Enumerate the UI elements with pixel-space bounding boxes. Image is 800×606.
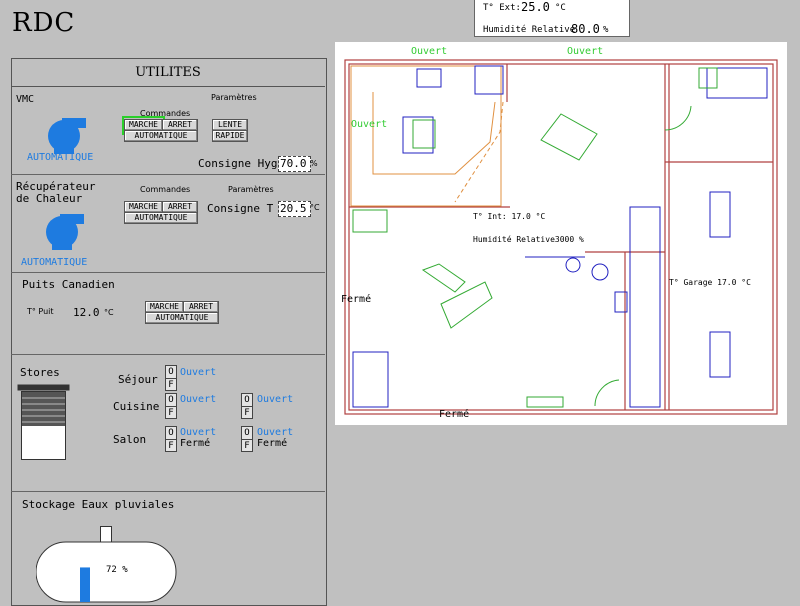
puits-temp-label: T° Puit: [27, 307, 54, 316]
plan-ouvert-left[interactable]: Ouvert: [351, 119, 387, 130]
store-cuisine-toggle-2[interactable]: OF: [241, 393, 253, 419]
store-salon-state-1a: Ouvert: [180, 427, 217, 438]
plan-t-int: T° Int: 17.0 °C: [473, 212, 546, 221]
recup-consigne-label: Consigne T: [207, 202, 274, 215]
blind-icon: [17, 384, 70, 460]
vmc-automatique-button[interactable]: AUTOMATIQUE: [124, 130, 198, 142]
fan-icon[interactable]: [40, 116, 88, 154]
plan-ferme-bottom[interactable]: Fermé: [439, 409, 469, 420]
ext-humidity-unit: %: [603, 25, 609, 35]
floor-plan: Ouvert Ouvert Ouvert Fermé Fermé T° Int:…: [335, 42, 787, 425]
ext-temp-value: 25.0: [521, 0, 550, 14]
exterior-readout: T° Ext: 25.0 °C Humidité Relative 80.0 %: [474, 0, 630, 37]
divider: [11, 354, 325, 355]
store-cuisine-state-2: Ouvert: [257, 394, 294, 405]
fan-icon[interactable]: [38, 212, 86, 250]
store-sejour-state: Ouvert: [180, 367, 217, 378]
ext-temp-unit: °C: [555, 3, 566, 13]
recup-status: AUTOMATIQUE: [21, 257, 88, 268]
puits-title: Puits Canadien: [22, 278, 115, 291]
divider: [11, 272, 325, 273]
puits-automatique-button[interactable]: AUTOMATIQUE: [145, 312, 219, 324]
vmc-parametres-label: Paramètres: [211, 93, 257, 102]
recup-consigne-input[interactable]: 20.5: [278, 201, 311, 217]
divider: [11, 174, 325, 175]
recup-parametres-label: Paramètres: [228, 185, 274, 194]
floor-plan-drawing: [344, 59, 778, 415]
store-salon-label: Salon: [113, 433, 147, 446]
puits-temp-unit: °C: [104, 308, 114, 317]
store-salon-toggle-1[interactable]: OF: [165, 426, 177, 452]
recup-automatique-button[interactable]: AUTOMATIQUE: [124, 212, 198, 224]
store-salon-state-2a: Ouvert: [257, 427, 294, 438]
recup-title-line2: de Chaleur: [16, 192, 83, 205]
stockage-title: Stockage Eaux pluviales: [22, 498, 175, 511]
plan-hum-int: Humidité Relative3000 %: [473, 235, 584, 244]
stores-title: Stores: [20, 366, 60, 379]
vmc-consigne-unit: %: [310, 159, 318, 168]
store-sejour-toggle[interactable]: OF: [165, 365, 177, 391]
vmc-rapide-button[interactable]: RAPIDE: [212, 130, 248, 142]
store-salon-state-1b: Fermé: [180, 438, 211, 449]
vmc-status: AUTOMATIQUE: [27, 152, 94, 163]
tank-level-bar: [80, 567, 90, 602]
recup-commandes-label: Commandes: [140, 185, 191, 194]
store-cuisine-label: Cuisine: [113, 400, 160, 413]
store-sejour-label: Séjour: [118, 373, 158, 386]
plan-ouvert-top-2[interactable]: Ouvert: [567, 46, 603, 57]
store-salon-toggle-2[interactable]: OF: [241, 426, 253, 452]
divider: [11, 491, 325, 492]
ext-humidity-value: 80.0: [571, 22, 600, 36]
store-salon-state-2b: Fermé: [257, 438, 288, 449]
puits-temp-value: 12.0: [73, 306, 100, 319]
vmc-consigne-label: Consigne Hyg: [198, 157, 278, 170]
plan-ouvert-top-1[interactable]: Ouvert: [411, 46, 447, 57]
store-cuisine-toggle-1[interactable]: OF: [165, 393, 177, 419]
plan-ferme-left[interactable]: Fermé: [341, 294, 371, 305]
vmc-title: VMC: [16, 94, 35, 105]
plan-t-garage: T° Garage 17.0 °C: [669, 278, 751, 287]
page-title: RDC: [12, 8, 76, 38]
tank-level-text: 72 %: [106, 565, 128, 575]
ext-humidity-label: Humidité Relative: [483, 25, 576, 35]
utilites-title: UTILITES: [11, 58, 325, 87]
recup-consigne-unit: °C: [310, 203, 320, 212]
ext-temp-label: T° Ext:: [483, 3, 521, 13]
store-cuisine-state-1: Ouvert: [180, 394, 217, 405]
vmc-consigne-input[interactable]: 70.0: [278, 156, 311, 172]
